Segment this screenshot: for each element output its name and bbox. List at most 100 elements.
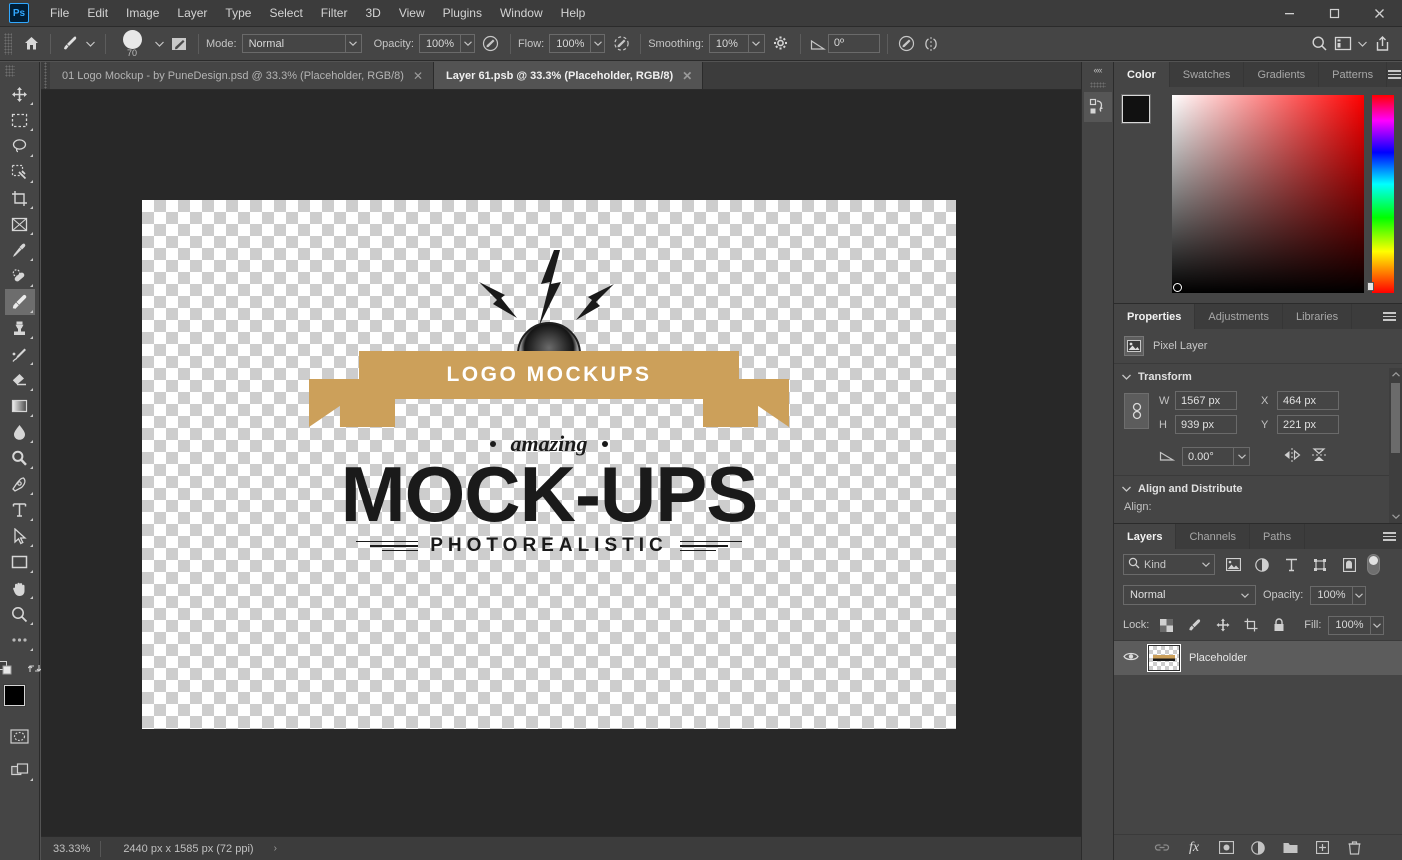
quick-mask-icon[interactable] [5,723,35,749]
menu-item-filter[interactable]: Filter [312,2,357,24]
brush-preset-dropdown-arrow[interactable] [82,32,98,56]
layer-name[interactable]: Placeholder [1189,652,1247,664]
marquee-tool[interactable] [5,107,35,133]
canvas-area[interactable]: LOGO MOCKUPS amazing MOCK-UPS PHOTOREALI… [41,90,1081,836]
filter-kind-select[interactable]: Kind [1123,554,1215,575]
brush-preset-picker-arrow[interactable] [151,32,167,56]
flip-horizontal-icon[interactable] [1282,447,1302,466]
x-input[interactable]: 464 px [1277,391,1339,410]
shape-filter-icon[interactable] [1309,554,1331,575]
tab-channels[interactable]: Channels [1176,524,1250,549]
lock-image-icon[interactable] [1184,615,1205,635]
adjustment-layer-icon[interactable] [1249,838,1267,858]
pen-tool[interactable] [5,471,35,497]
scroll-down-arrow[interactable] [1391,510,1400,523]
minimize-button[interactable] [1267,0,1312,27]
eyedropper-tool[interactable] [5,237,35,263]
airbrush-icon[interactable] [609,32,633,56]
home-icon[interactable] [19,32,43,56]
gear-icon[interactable] [769,32,793,56]
tab-paths[interactable]: Paths [1249,524,1306,549]
menu-item-help[interactable]: Help [552,2,595,24]
tab-color[interactable]: Color [1114,62,1170,87]
quick-selection-tool[interactable] [5,159,35,185]
hand-tool[interactable] [5,575,35,601]
flow-input[interactable]: 100% [549,34,606,53]
type-filter-icon[interactable] [1280,554,1302,575]
properties-scrollbar[interactable] [1389,368,1402,523]
healing-brush-tool[interactable] [5,263,35,289]
tab-layers[interactable]: Layers [1114,524,1177,549]
menu-item-3d[interactable]: 3D [356,2,389,24]
opacity-input[interactable]: 100% [418,34,475,53]
rail-grip[interactable] [1089,82,1106,88]
layer-blend-mode-select[interactable]: Normal [1123,585,1256,605]
lock-position-icon[interactable] [1212,615,1233,635]
workspace-dropdown-arrow[interactable] [1355,32,1370,56]
blend-mode-select[interactable]: Normal [241,34,362,53]
width-input[interactable]: 1567 px [1175,391,1237,410]
symmetry-icon[interactable] [919,32,943,56]
zoom-tool[interactable] [5,601,35,627]
close-icon[interactable]: ✕ [413,69,423,83]
color-field[interactable] [1172,95,1364,293]
close-icon[interactable]: ✕ [682,69,692,83]
eye-icon[interactable] [1123,651,1139,665]
lasso-tool[interactable] [5,133,35,159]
color-panel-swatches[interactable] [1121,94,1168,141]
eraser-tool[interactable] [5,367,35,393]
tab-libraries[interactable]: Libraries [1282,304,1353,329]
artboard[interactable]: LOGO MOCKUPS amazing MOCK-UPS PHOTOREALI… [142,200,956,729]
layer-opacity-input[interactable]: 100% [1310,585,1367,605]
clone-stamp-tool[interactable] [5,315,35,341]
collapse-panels-button[interactable]: «« [1082,62,1113,78]
layer-fill-input[interactable]: 100% [1328,615,1385,635]
layers-list[interactable]: Placeholder [1114,641,1402,834]
pixel-filter-icon[interactable] [1222,554,1244,575]
rectangle-tool[interactable] [5,549,35,575]
brush-settings-icon[interactable] [167,32,191,56]
layer-row-placeholder[interactable]: Placeholder [1114,641,1402,675]
menu-item-layer[interactable]: Layer [168,2,216,24]
color-panel-foreground-swatch[interactable] [1121,94,1151,124]
tab-gradients[interactable]: Gradients [1244,62,1320,87]
align-section-header[interactable]: Align and Distribute [1114,476,1402,499]
menu-item-plugins[interactable]: Plugins [434,2,491,24]
panel-menu-icon[interactable] [1376,304,1402,329]
link-layers-icon[interactable] [1153,838,1171,858]
adjustment-filter-icon[interactable] [1251,554,1273,575]
lock-transparency-icon[interactable] [1156,615,1177,635]
new-group-icon[interactable] [1281,838,1299,858]
tab-properties[interactable]: Properties [1114,304,1196,329]
link-icon[interactable] [1124,393,1149,429]
delete-layer-icon[interactable] [1345,838,1363,858]
share-icon[interactable] [1370,32,1394,56]
lock-artboard-icon[interactable] [1240,615,1261,635]
y-input[interactable]: 221 px [1277,415,1339,434]
menu-item-image[interactable]: Image [117,2,168,24]
maximize-button[interactable] [1312,0,1357,27]
transform-section-header[interactable]: Transform [1114,364,1402,387]
workspace-icon[interactable] [1331,32,1355,56]
layer-style-icon[interactable]: fx [1185,838,1203,858]
smart-object-filter-icon[interactable] [1338,554,1360,575]
crop-tool[interactable] [5,185,35,211]
height-input[interactable]: 939 px [1175,415,1237,434]
type-tool[interactable] [5,497,35,523]
scrollbar-thumb[interactable] [1391,383,1400,453]
close-button[interactable] [1357,0,1402,27]
foreground-color-swatch[interactable] [2,684,26,707]
tab-adjustments[interactable]: Adjustments [1195,304,1283,329]
panel-menu-icon[interactable] [1387,62,1402,87]
status-expand-arrow[interactable]: › [262,843,277,854]
color-swatches[interactable] [2,684,37,718]
menu-item-select[interactable]: Select [260,2,311,24]
tab-patterns[interactable]: Patterns [1319,62,1388,87]
filter-toggle[interactable] [1367,554,1380,575]
history-icon[interactable] [1083,92,1112,122]
smoothing-input[interactable]: 10% [708,34,765,53]
options-bar-grip[interactable] [4,32,12,55]
brush-tool[interactable] [4,289,35,315]
move-tool[interactable] [5,81,35,107]
menu-item-view[interactable]: View [390,2,434,24]
